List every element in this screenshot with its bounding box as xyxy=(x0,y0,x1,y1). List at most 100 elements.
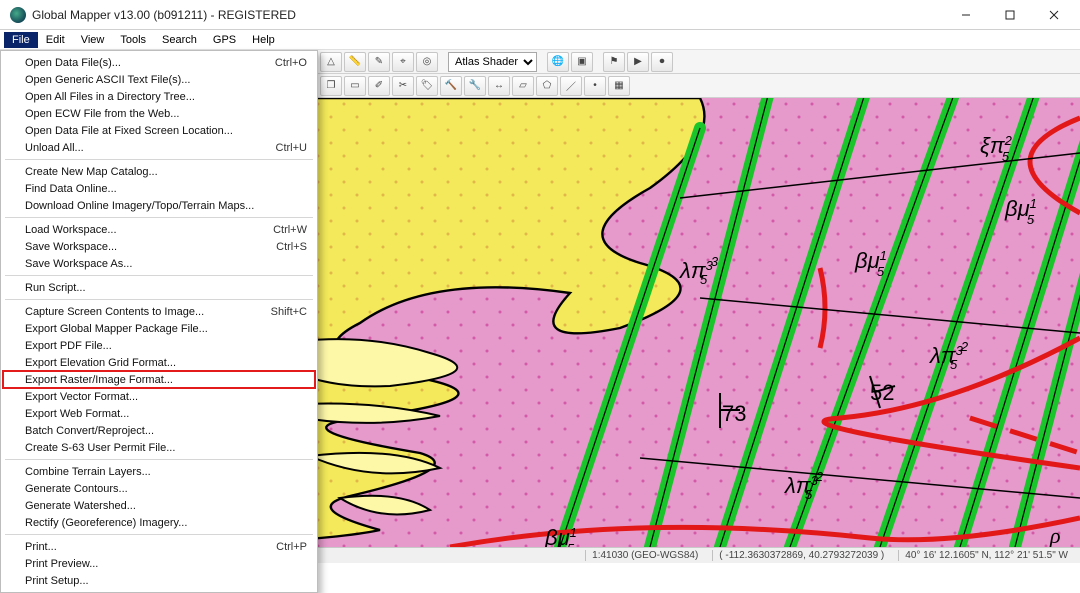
maximize-icon xyxy=(1005,10,1015,20)
menu-item-shortcut: Ctrl+P xyxy=(276,541,307,553)
menu-item[interactable]: Export Raster/Image Format... xyxy=(3,371,315,388)
menu-item-label: Rectify (Georeference) Imagery... xyxy=(25,517,187,529)
menu-item[interactable]: Create S-63 User Permit File... xyxy=(3,439,315,456)
tool-button[interactable]: ▦ xyxy=(608,76,630,96)
geology-label: 73 xyxy=(722,401,746,426)
line-icon: ／ xyxy=(566,78,576,93)
target-icon: ◎ xyxy=(423,56,432,67)
tool-button[interactable]: • xyxy=(584,76,606,96)
menu-item[interactable]: Export PDF File... xyxy=(3,337,315,354)
status-scale: 1:41030 (GEO-WGS84) xyxy=(585,550,704,561)
menu-item[interactable]: Save Workspace... Ctrl+S xyxy=(3,238,315,255)
tool-button[interactable]: △ xyxy=(320,52,342,72)
tool-button[interactable]: ⌖ xyxy=(392,52,414,72)
menu-item[interactable]: Open Data File at Fixed Screen Location.… xyxy=(3,122,315,139)
menu-item[interactable]: Generate Contours... xyxy=(3,480,315,497)
tool-button[interactable]: 📏 xyxy=(344,52,366,72)
menu-item[interactable]: Generate Watershed... xyxy=(3,497,315,514)
menu-item-label: Create New Map Catalog... xyxy=(25,166,158,178)
menu-item[interactable]: Export Vector Format... xyxy=(3,388,315,405)
compass-icon: ⌖ xyxy=(400,56,406,67)
menu-item[interactable]: Create New Map Catalog... xyxy=(3,163,315,180)
menu-file[interactable]: File xyxy=(4,32,38,48)
menu-item-shortcut: Ctrl+W xyxy=(273,224,307,236)
tool-button[interactable]: 🔧 xyxy=(464,76,486,96)
tool-button[interactable]: ⚑ xyxy=(603,52,625,72)
menu-item-label: Download Online Imagery/Topo/Terrain Map… xyxy=(25,200,254,212)
tool-button[interactable]: ✎ xyxy=(368,52,390,72)
tool-button[interactable]: ⏺ xyxy=(651,52,673,72)
menu-item[interactable]: Batch Convert/Reproject... xyxy=(3,422,315,439)
menu-view[interactable]: View xyxy=(73,32,113,48)
menu-item[interactable]: Export Elevation Grid Format... xyxy=(3,354,315,371)
tool-button[interactable]: ▱ xyxy=(512,76,534,96)
menu-tools[interactable]: Tools xyxy=(112,32,154,48)
menu-item-label: Save Workspace... xyxy=(25,241,117,253)
menu-item-label: Open Data File at Fixed Screen Location.… xyxy=(25,125,233,137)
menu-item[interactable]: Load Workspace...Ctrl+W xyxy=(3,221,315,238)
menu-item-label: Export Raster/Image Format... xyxy=(25,374,173,386)
menu-item[interactable]: Print...Ctrl+P xyxy=(3,538,315,555)
tool-button[interactable]: ✐ xyxy=(368,76,390,96)
flag-icon: ⚑ xyxy=(610,56,619,67)
menu-item-label: Open Data File(s)... xyxy=(25,57,121,69)
tool-button[interactable]: ▶ xyxy=(627,52,649,72)
menu-item[interactable]: Print Setup... xyxy=(3,572,315,589)
menu-edit[interactable]: Edit xyxy=(38,32,73,48)
menu-item-shortcut: Ctrl+S xyxy=(276,241,307,253)
file-menu-dropdown: Open Data File(s)... Ctrl+O Open Generic A… xyxy=(0,50,318,593)
menu-item[interactable]: Run Script... xyxy=(3,279,315,296)
tool-button[interactable]: ↔ xyxy=(488,76,510,96)
app-icon xyxy=(10,7,26,23)
tool-button[interactable]: ◎ xyxy=(416,52,438,72)
tool-button[interactable]: ❐ xyxy=(320,76,342,96)
layers-icon: ❐ xyxy=(327,80,336,91)
close-button[interactable] xyxy=(1032,0,1076,29)
menu-bar: File Edit View Tools Search GPS Help xyxy=(0,30,1080,50)
menu-item[interactable]: Capture Screen Contents to Image...Shift… xyxy=(3,303,315,320)
cut-icon: ✂ xyxy=(399,80,407,91)
play-icon: ▶ xyxy=(634,56,642,67)
menu-item[interactable]: Open Generic ASCII Text File(s)... xyxy=(3,71,315,88)
menu-item[interactable]: Open All Files in a Directory Tree... xyxy=(3,88,315,105)
minimize-button[interactable] xyxy=(944,0,988,29)
title-bar: Global Mapper v13.00 (b091211) - REGISTE… xyxy=(0,0,1080,30)
menu-item[interactable]: Unload All...Ctrl+U xyxy=(3,139,315,156)
grid-icon: ▦ xyxy=(614,80,623,91)
menu-item[interactable]: Export Global Mapper Package File... xyxy=(3,320,315,337)
tool-button[interactable]: ⬠ xyxy=(536,76,558,96)
maximize-button[interactable] xyxy=(988,0,1032,29)
menu-search[interactable]: Search xyxy=(154,32,205,48)
pencil-icon: ✎ xyxy=(375,56,383,67)
menu-item[interactable]: Combine Terrain Layers... xyxy=(3,463,315,480)
menu-item-label: Open Generic ASCII Text File(s)... xyxy=(25,74,190,86)
menu-item[interactable]: Download Online Imagery/Topo/Terrain Map… xyxy=(3,197,315,214)
menu-item[interactable]: Save Workspace As... xyxy=(3,255,315,272)
menu-item-label: Find Data Online... xyxy=(25,183,117,195)
hammer-icon: 🔨 xyxy=(445,80,457,91)
menu-item-label: Create S-63 User Permit File... xyxy=(25,442,175,454)
menu-item[interactable]: Print Preview... xyxy=(3,555,315,572)
menu-item[interactable]: Open ECW File from the Web... xyxy=(3,105,315,122)
menu-item[interactable]: Rectify (Georeference) Imagery... xyxy=(3,514,315,531)
tool-button[interactable]: 🔨 xyxy=(440,76,462,96)
tool-button[interactable]: 🏷 xyxy=(416,76,438,96)
menu-item-shortcut: Ctrl+O xyxy=(275,57,307,69)
tool-button[interactable]: ✂ xyxy=(392,76,414,96)
menu-help[interactable]: Help xyxy=(244,32,283,48)
tool-button[interactable]: 🌐 xyxy=(547,52,569,72)
menu-item-label: Save Workspace As... xyxy=(25,258,132,270)
tool-button[interactable]: ／ xyxy=(560,76,582,96)
menu-item-label: Export Vector Format... xyxy=(25,391,138,403)
tool-button[interactable]: ▭ xyxy=(344,76,366,96)
menu-item-label: Open All Files in a Directory Tree... xyxy=(25,91,195,103)
ruler-icon: 📏 xyxy=(349,56,361,67)
menu-item[interactable]: Open Data File(s)... Ctrl+O xyxy=(3,54,315,71)
menu-item[interactable]: Export Web Format... xyxy=(3,405,315,422)
tool-button[interactable]: ▣ xyxy=(571,52,593,72)
shader-select[interactable]: Atlas Shader xyxy=(448,52,537,72)
menu-item[interactable]: Find Data Online... xyxy=(3,180,315,197)
menu-item-label: Print Preview... xyxy=(25,558,98,570)
wrench-icon: 🔧 xyxy=(469,80,481,91)
menu-gps[interactable]: GPS xyxy=(205,32,244,48)
